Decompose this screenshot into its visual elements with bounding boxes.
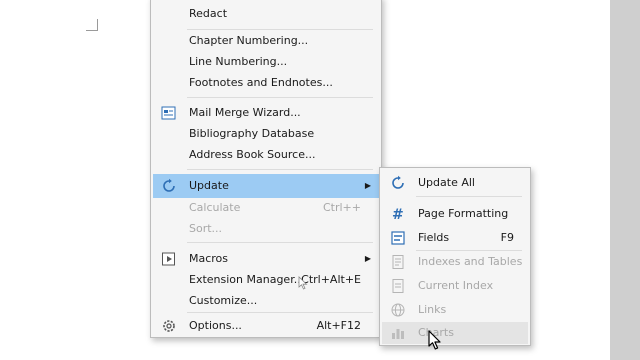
menu-item-shortcut: Alt+F12 [316, 319, 361, 332]
menu-item-shortcut: Ctrl+Alt+E [301, 273, 361, 286]
menu-item-bibliography-database[interactable]: Bibliography Database [153, 123, 379, 144]
menu-item-calculate[interactable]: Calculate Ctrl++ [153, 197, 379, 218]
menu-item-label: Calculate [189, 201, 241, 214]
update-all-icon [390, 175, 406, 191]
menu-item-mail-merge-wizard[interactable]: Mail Merge Wizard... [153, 102, 379, 123]
globe-icon [390, 302, 406, 318]
menu-item-label: Footnotes and Endnotes... [189, 76, 333, 89]
submenu-item-page-formatting[interactable]: # Page Formatting [382, 203, 528, 224]
menu-separator [187, 312, 373, 313]
menu-item-label: Indexes and Tables [418, 255, 523, 268]
menu-item-label: Redact [189, 7, 228, 20]
menu-item-footnotes-endnotes[interactable]: Footnotes and Endnotes... [153, 72, 379, 93]
menu-item-label: Address Book Source... [189, 148, 316, 161]
menu-item-label: Update All [418, 176, 475, 189]
submenu-arrow-icon: ▶ [364, 254, 371, 263]
menu-item-sort[interactable]: Sort... [153, 218, 379, 239]
menu-item-label: Links [418, 303, 447, 316]
document-background [610, 0, 640, 360]
tools-menu: Redact Chapter Numbering... Line Numberi… [150, 0, 382, 338]
submenu-item-update-all[interactable]: Update All [382, 172, 528, 193]
submenu-item-current-index[interactable]: Current Index [382, 275, 528, 296]
menu-item-label: Current Index [418, 279, 494, 292]
current-index-icon [390, 278, 406, 294]
page-formatting-icon: # [390, 206, 406, 222]
menu-item-label: Macros [189, 252, 229, 265]
page-corner-mark [86, 19, 98, 31]
menu-item-label: Update [189, 179, 229, 192]
menu-item-address-book-source[interactable]: Address Book Source... [153, 144, 379, 165]
mouse-pointer-icon [428, 330, 441, 350]
update-icon [161, 178, 177, 194]
menu-item-label: Chapter Numbering... [189, 34, 309, 47]
menu-item-label: Extension Manager... [189, 273, 305, 286]
menu-item-macros[interactable]: Macros ▶ [153, 248, 379, 269]
menu-item-label: Customize... [189, 294, 258, 307]
menu-item-label: Bibliography Database [189, 127, 315, 140]
menu-item-extension-manager[interactable]: Extension Manager... Ctrl+Alt+E [153, 269, 379, 290]
submenu-item-charts[interactable]: Charts [382, 322, 528, 344]
menu-item-label: Mail Merge Wizard... [189, 106, 301, 119]
menu-item-label: Line Numbering... [189, 55, 288, 68]
chart-icon [390, 325, 406, 341]
menu-item-label: Sort... [189, 222, 223, 235]
menu-item-update[interactable]: Update ▶ [153, 174, 379, 198]
submenu-item-indexes-and-tables[interactable]: Indexes and Tables [382, 251, 528, 272]
update-submenu: Update All # Page Formatting Fields F9 I… [379, 167, 531, 346]
fields-icon [390, 230, 406, 246]
menu-separator [187, 169, 373, 170]
menu-item-shortcut: F9 [500, 231, 514, 244]
menu-separator [187, 97, 373, 98]
menu-item-redact[interactable]: Redact [153, 3, 379, 24]
macros-icon [161, 251, 177, 267]
menu-item-label: Page Formatting [418, 207, 509, 220]
menu-item-options[interactable]: Options... Alt+F12 [153, 315, 379, 336]
menu-item-label: Options... [189, 319, 242, 332]
menu-item-shortcut: Ctrl++ [322, 201, 361, 214]
submenu-item-links[interactable]: Links [382, 299, 528, 320]
indexes-icon [390, 254, 406, 270]
svg-text:#: # [392, 207, 404, 222]
menu-separator [416, 196, 522, 197]
menu-item-label: Fields [418, 231, 450, 244]
mouse-pointer-shadow-icon [298, 276, 308, 290]
mail-merge-icon [161, 105, 177, 121]
submenu-arrow-icon: ▶ [364, 181, 371, 190]
menu-item-customize[interactable]: Customize... [153, 290, 379, 311]
menu-item-line-numbering[interactable]: Line Numbering... [153, 51, 379, 72]
gear-icon [161, 318, 177, 334]
menu-separator [187, 242, 373, 243]
submenu-item-fields[interactable]: Fields F9 [382, 227, 528, 248]
menu-item-chapter-numbering[interactable]: Chapter Numbering... [153, 30, 379, 51]
